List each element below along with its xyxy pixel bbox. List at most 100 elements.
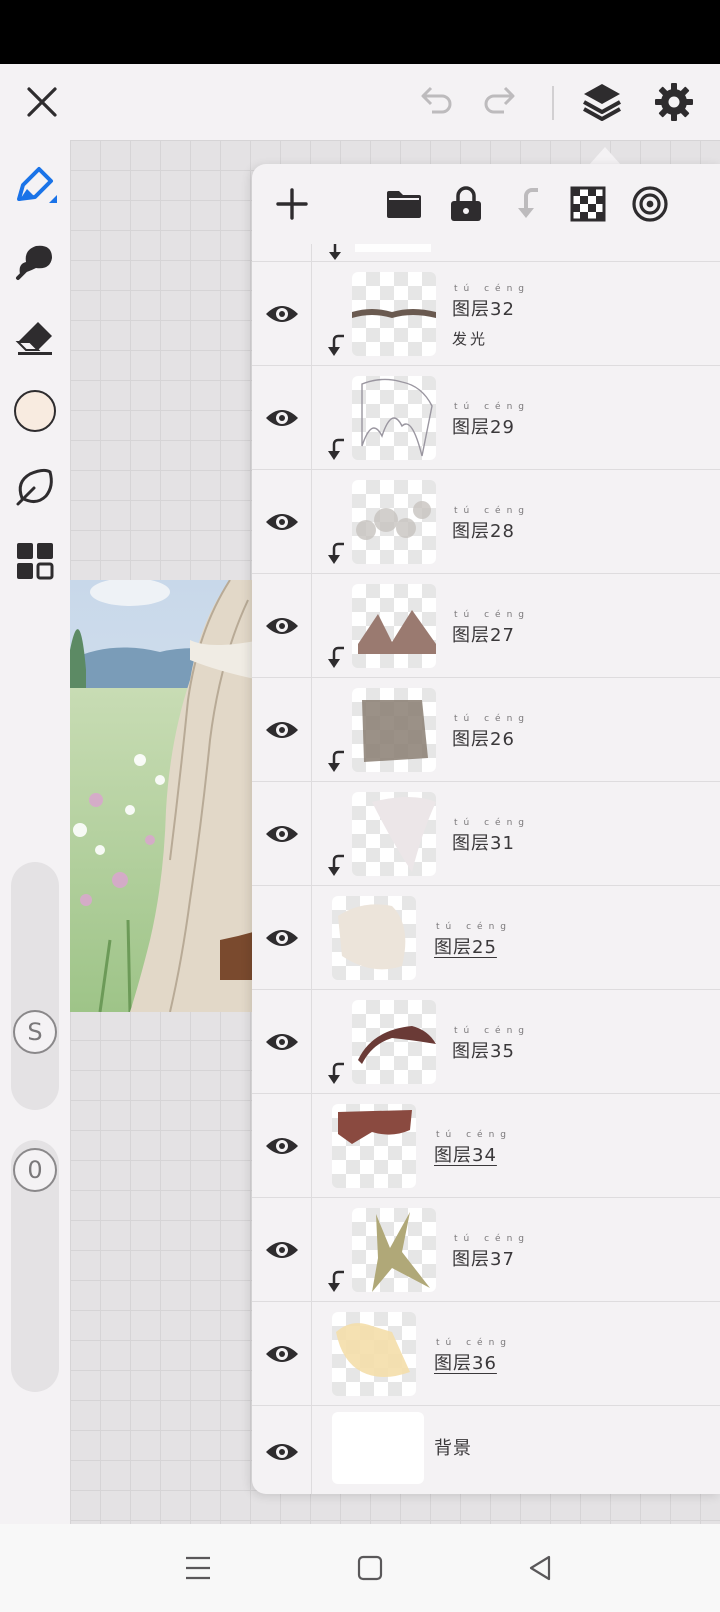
top-bar	[0, 64, 720, 140]
folder-icon	[387, 191, 421, 218]
close-button[interactable]	[16, 76, 68, 128]
layer-row[interactable]: tú céng 图层32 发光	[252, 262, 720, 366]
clipping-arrow-icon	[328, 854, 344, 876]
visibility-toggle[interactable]	[262, 398, 302, 438]
clipping-mask-icon	[329, 244, 341, 260]
eye-icon	[266, 1444, 298, 1460]
layer-name-label: 图层31	[452, 833, 515, 854]
visibility-toggle[interactable]	[262, 918, 302, 958]
gallery-tool[interactable]	[10, 536, 60, 586]
brush-tool[interactable]	[10, 160, 60, 210]
clipping-arrow-icon	[328, 334, 344, 356]
visibility-toggle[interactable]	[262, 1230, 302, 1270]
transparency-lock-button[interactable]	[562, 178, 614, 230]
layer-row[interactable]: tú céng 图层26	[252, 678, 720, 782]
layer-name[interactable]: tú céng 图层37	[452, 1234, 530, 1271]
visibility-toggle[interactable]	[262, 502, 302, 542]
layer-row[interactable]: tú céng 图层35	[252, 990, 720, 1094]
clipping-arrow-icon	[328, 750, 344, 772]
undo-button[interactable]	[410, 76, 462, 128]
color-swatch-button[interactable]	[10, 386, 60, 436]
opacity-knob[interactable]: 0	[13, 1148, 57, 1192]
layer-row[interactable]: tú céng 图层31	[252, 782, 720, 886]
layer-name[interactable]: tú céng 图层36	[434, 1338, 512, 1375]
layer-name[interactable]: tú céng 图层25	[434, 922, 512, 959]
lasso-tool[interactable]	[10, 462, 60, 512]
merge-down-button[interactable]	[502, 178, 554, 230]
layers-panel-toolbar	[252, 164, 720, 244]
layer-name[interactable]: tú céng 图层34	[434, 1130, 512, 1167]
layer-row[interactable]: tú céng 图层37	[252, 1198, 720, 1302]
layer-name[interactable]: 背景	[434, 1434, 472, 1460]
layer-name[interactable]: tú céng 图层35	[452, 1026, 530, 1063]
opacity-label: 0	[27, 1156, 43, 1184]
layer-row[interactable]: tú céng 图层25	[252, 886, 720, 990]
layer-name[interactable]: tú céng 图层27	[452, 610, 530, 647]
layer-row-partial[interactable]	[252, 244, 720, 262]
layer-row[interactable]: tú céng 图层29	[252, 366, 720, 470]
layer-row[interactable]: 背景	[252, 1406, 720, 1492]
layer-name[interactable]: tú céng 图层26	[452, 714, 530, 751]
redo-icon	[484, 86, 515, 114]
layer-name[interactable]: tú céng 图层28	[452, 506, 530, 543]
layer-thumbnail	[332, 896, 416, 980]
home-button[interactable]	[344, 1542, 396, 1594]
smudge-icon	[16, 245, 53, 280]
transparency-icon	[570, 186, 606, 222]
layer-name-label: 图层37	[452, 1249, 515, 1270]
eraser-tool[interactable]	[10, 312, 60, 362]
lock-layer-button[interactable]	[440, 178, 492, 230]
layer-thumbnail	[332, 1312, 416, 1396]
lasso-icon	[16, 468, 53, 506]
layer-row[interactable]: tú céng 图层36	[252, 1302, 720, 1406]
new-folder-button[interactable]	[378, 178, 430, 230]
layer-thumbnail	[352, 792, 436, 876]
target-icon	[632, 186, 668, 222]
visibility-toggle[interactable]	[262, 710, 302, 750]
visibility-toggle[interactable]	[262, 1126, 302, 1166]
canvas-artwork	[70, 580, 260, 1012]
visibility-toggle[interactable]	[262, 1022, 302, 1062]
clipping-mask-indicator	[324, 750, 346, 774]
smudge-tool[interactable]	[10, 236, 60, 286]
visibility-toggle[interactable]	[262, 1334, 302, 1374]
layer-name-pinyin: tú céng	[454, 402, 530, 412]
brush-size-slider[interactable]	[11, 862, 59, 1110]
settings-icon	[655, 83, 693, 121]
eye-icon	[266, 1242, 298, 1258]
brush-size-knob[interactable]: S	[13, 1010, 57, 1054]
toolbar-divider	[552, 86, 554, 120]
layer-thumbnail	[352, 688, 436, 772]
eye-icon	[266, 514, 298, 530]
merge-down-icon	[518, 188, 538, 218]
layer-name-label: 图层28	[452, 521, 515, 542]
layer-name[interactable]: tú céng 图层31	[452, 818, 530, 855]
menu-button[interactable]	[172, 1542, 224, 1594]
eye-icon	[266, 410, 298, 426]
layer-name[interactable]: tú céng 图层32	[452, 284, 530, 321]
layer-name[interactable]: tú céng 图层29	[452, 402, 530, 439]
layer-name-label: 图层32	[452, 299, 515, 320]
layer-row[interactable]: tú céng 图层34	[252, 1094, 720, 1198]
brush-size-label: S	[27, 1018, 43, 1046]
layer-row[interactable]: tú céng 图层28	[252, 470, 720, 574]
visibility-toggle[interactable]	[262, 606, 302, 646]
eye-icon	[266, 722, 298, 738]
reference-layer-button[interactable]	[624, 178, 676, 230]
eye-icon	[266, 306, 298, 322]
layer-name-label: 背景	[434, 1438, 472, 1459]
layers-button[interactable]	[576, 76, 628, 128]
layer-row[interactable]: tú céng 图层27	[252, 574, 720, 678]
visibility-toggle[interactable]	[262, 814, 302, 854]
layer-name-label: 图层27	[452, 625, 515, 646]
add-layer-button[interactable]	[266, 178, 318, 230]
clipping-mask-indicator	[324, 438, 346, 462]
back-button[interactable]	[514, 1542, 566, 1594]
visibility-toggle[interactable]	[262, 294, 302, 334]
layer-thumbnail-partial	[355, 244, 431, 252]
layer-name-label: 图层35	[452, 1041, 515, 1062]
visibility-toggle[interactable]	[262, 1432, 302, 1472]
layer-thumbnail	[352, 480, 436, 564]
settings-button[interactable]	[648, 76, 700, 128]
redo-button[interactable]	[474, 76, 526, 128]
